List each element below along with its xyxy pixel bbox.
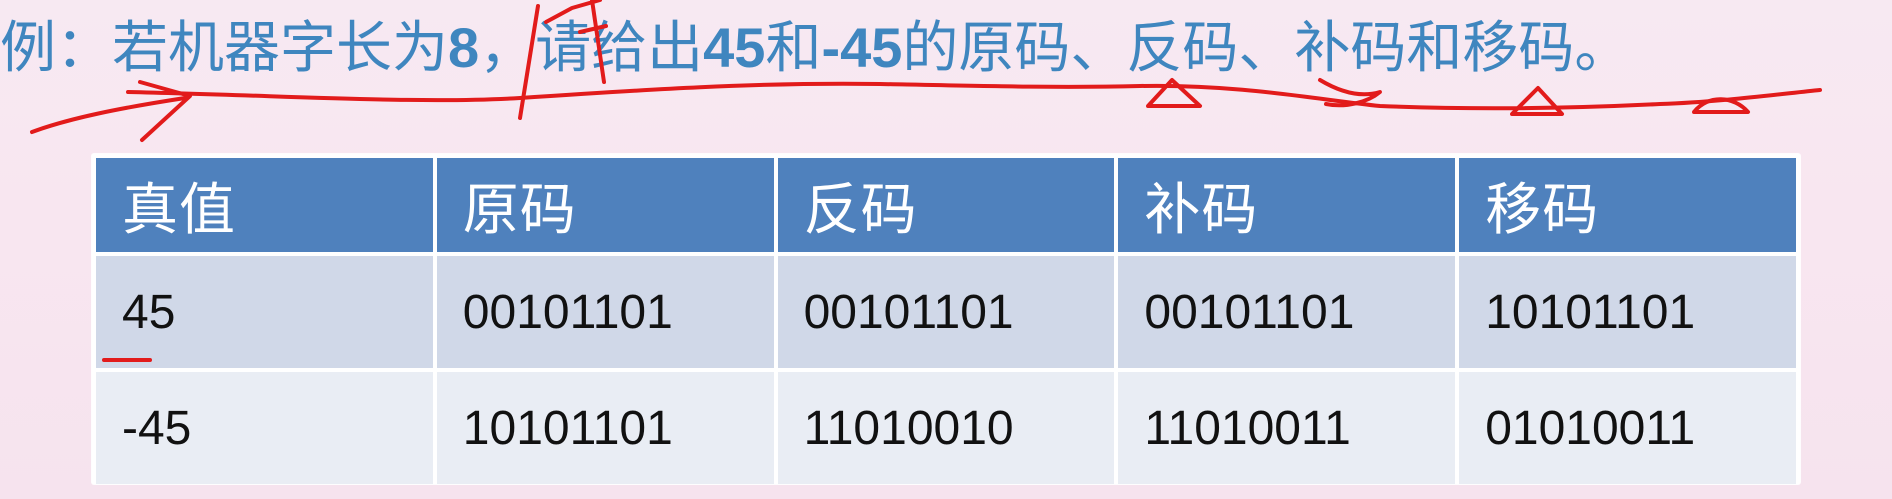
heading-prefix: 例：若机器字长为 [0, 16, 448, 79]
cell-sign-magnitude: 10101101 [436, 372, 774, 484]
cell-twos-complement: 00101101 [1118, 256, 1456, 368]
header-true-value: 真值 [96, 158, 433, 252]
arrow-head-annotation [138, 80, 192, 142]
cell-sign-magnitude: 00101101 [436, 256, 774, 368]
encoding-table-container: 真值 原码 反码 补码 移码 45 00101101 00101101 0010… [92, 154, 1800, 484]
hook-mark-annotation [1692, 97, 1750, 114]
cell-ones-complement: 11010010 [777, 372, 1115, 484]
heading-value-neg: -45 [821, 16, 903, 79]
header-ones-complement: 反码 [777, 158, 1115, 252]
heading-value-pos: 45 [703, 16, 766, 79]
heading-mid2: 和 [765, 16, 822, 79]
header-sign-magnitude: 原码 [436, 158, 774, 252]
table-row: -45 10101101 11010010 11010011 01010011 [96, 372, 1796, 484]
arrow-annotation [30, 96, 187, 134]
table-row: 45 00101101 00101101 00101101 10101101 [96, 256, 1796, 368]
cell-true-value: -45 [96, 372, 433, 484]
question-heading: 例：若机器字长为8，请给出45和-45的原码、反码、补码和移码。 [0, 8, 1892, 88]
heading-word-length: 8 [448, 16, 480, 79]
cell-ones-complement: 00101101 [777, 256, 1115, 368]
cell-twos-complement: 11010011 [1118, 372, 1456, 484]
header-offset-binary: 移码 [1459, 158, 1796, 252]
heading-suffix: 的原码、反码、补码和移码。 [902, 16, 1631, 79]
encoding-table: 真值 原码 反码 补码 移码 45 00101101 00101101 0010… [92, 154, 1800, 484]
slide: 例：若机器字长为8，请给出45和-45的原码、反码、补码和移码。 真值 原码 反… [0, 0, 1892, 499]
table-header-row: 真值 原码 反码 补码 移码 [96, 158, 1796, 252]
cell-offset-binary: 01010011 [1459, 372, 1796, 484]
cell-true-value: 45 [96, 256, 433, 368]
header-twos-complement: 补码 [1118, 158, 1456, 252]
heading-mid1: ，请给出 [479, 16, 704, 79]
triangle-mark-annotation [1510, 86, 1564, 116]
cell-offset-binary: 10101101 [1459, 256, 1796, 368]
